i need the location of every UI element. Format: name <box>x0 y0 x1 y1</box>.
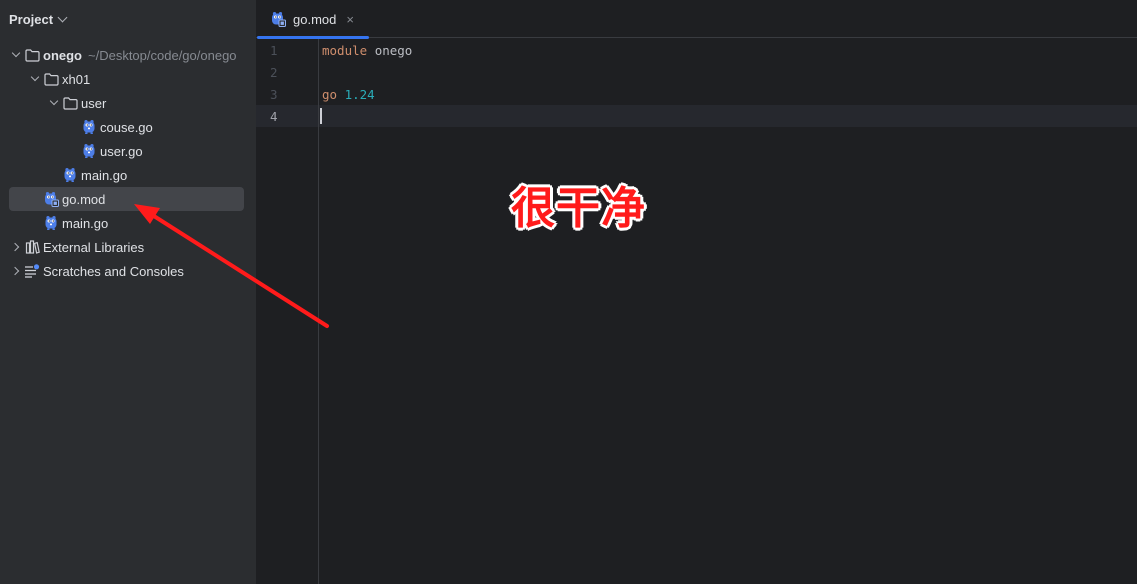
annotation-arrow <box>134 204 329 328</box>
annotation-arrow-head <box>134 204 160 224</box>
annotation-arrow-shaft <box>144 209 329 328</box>
